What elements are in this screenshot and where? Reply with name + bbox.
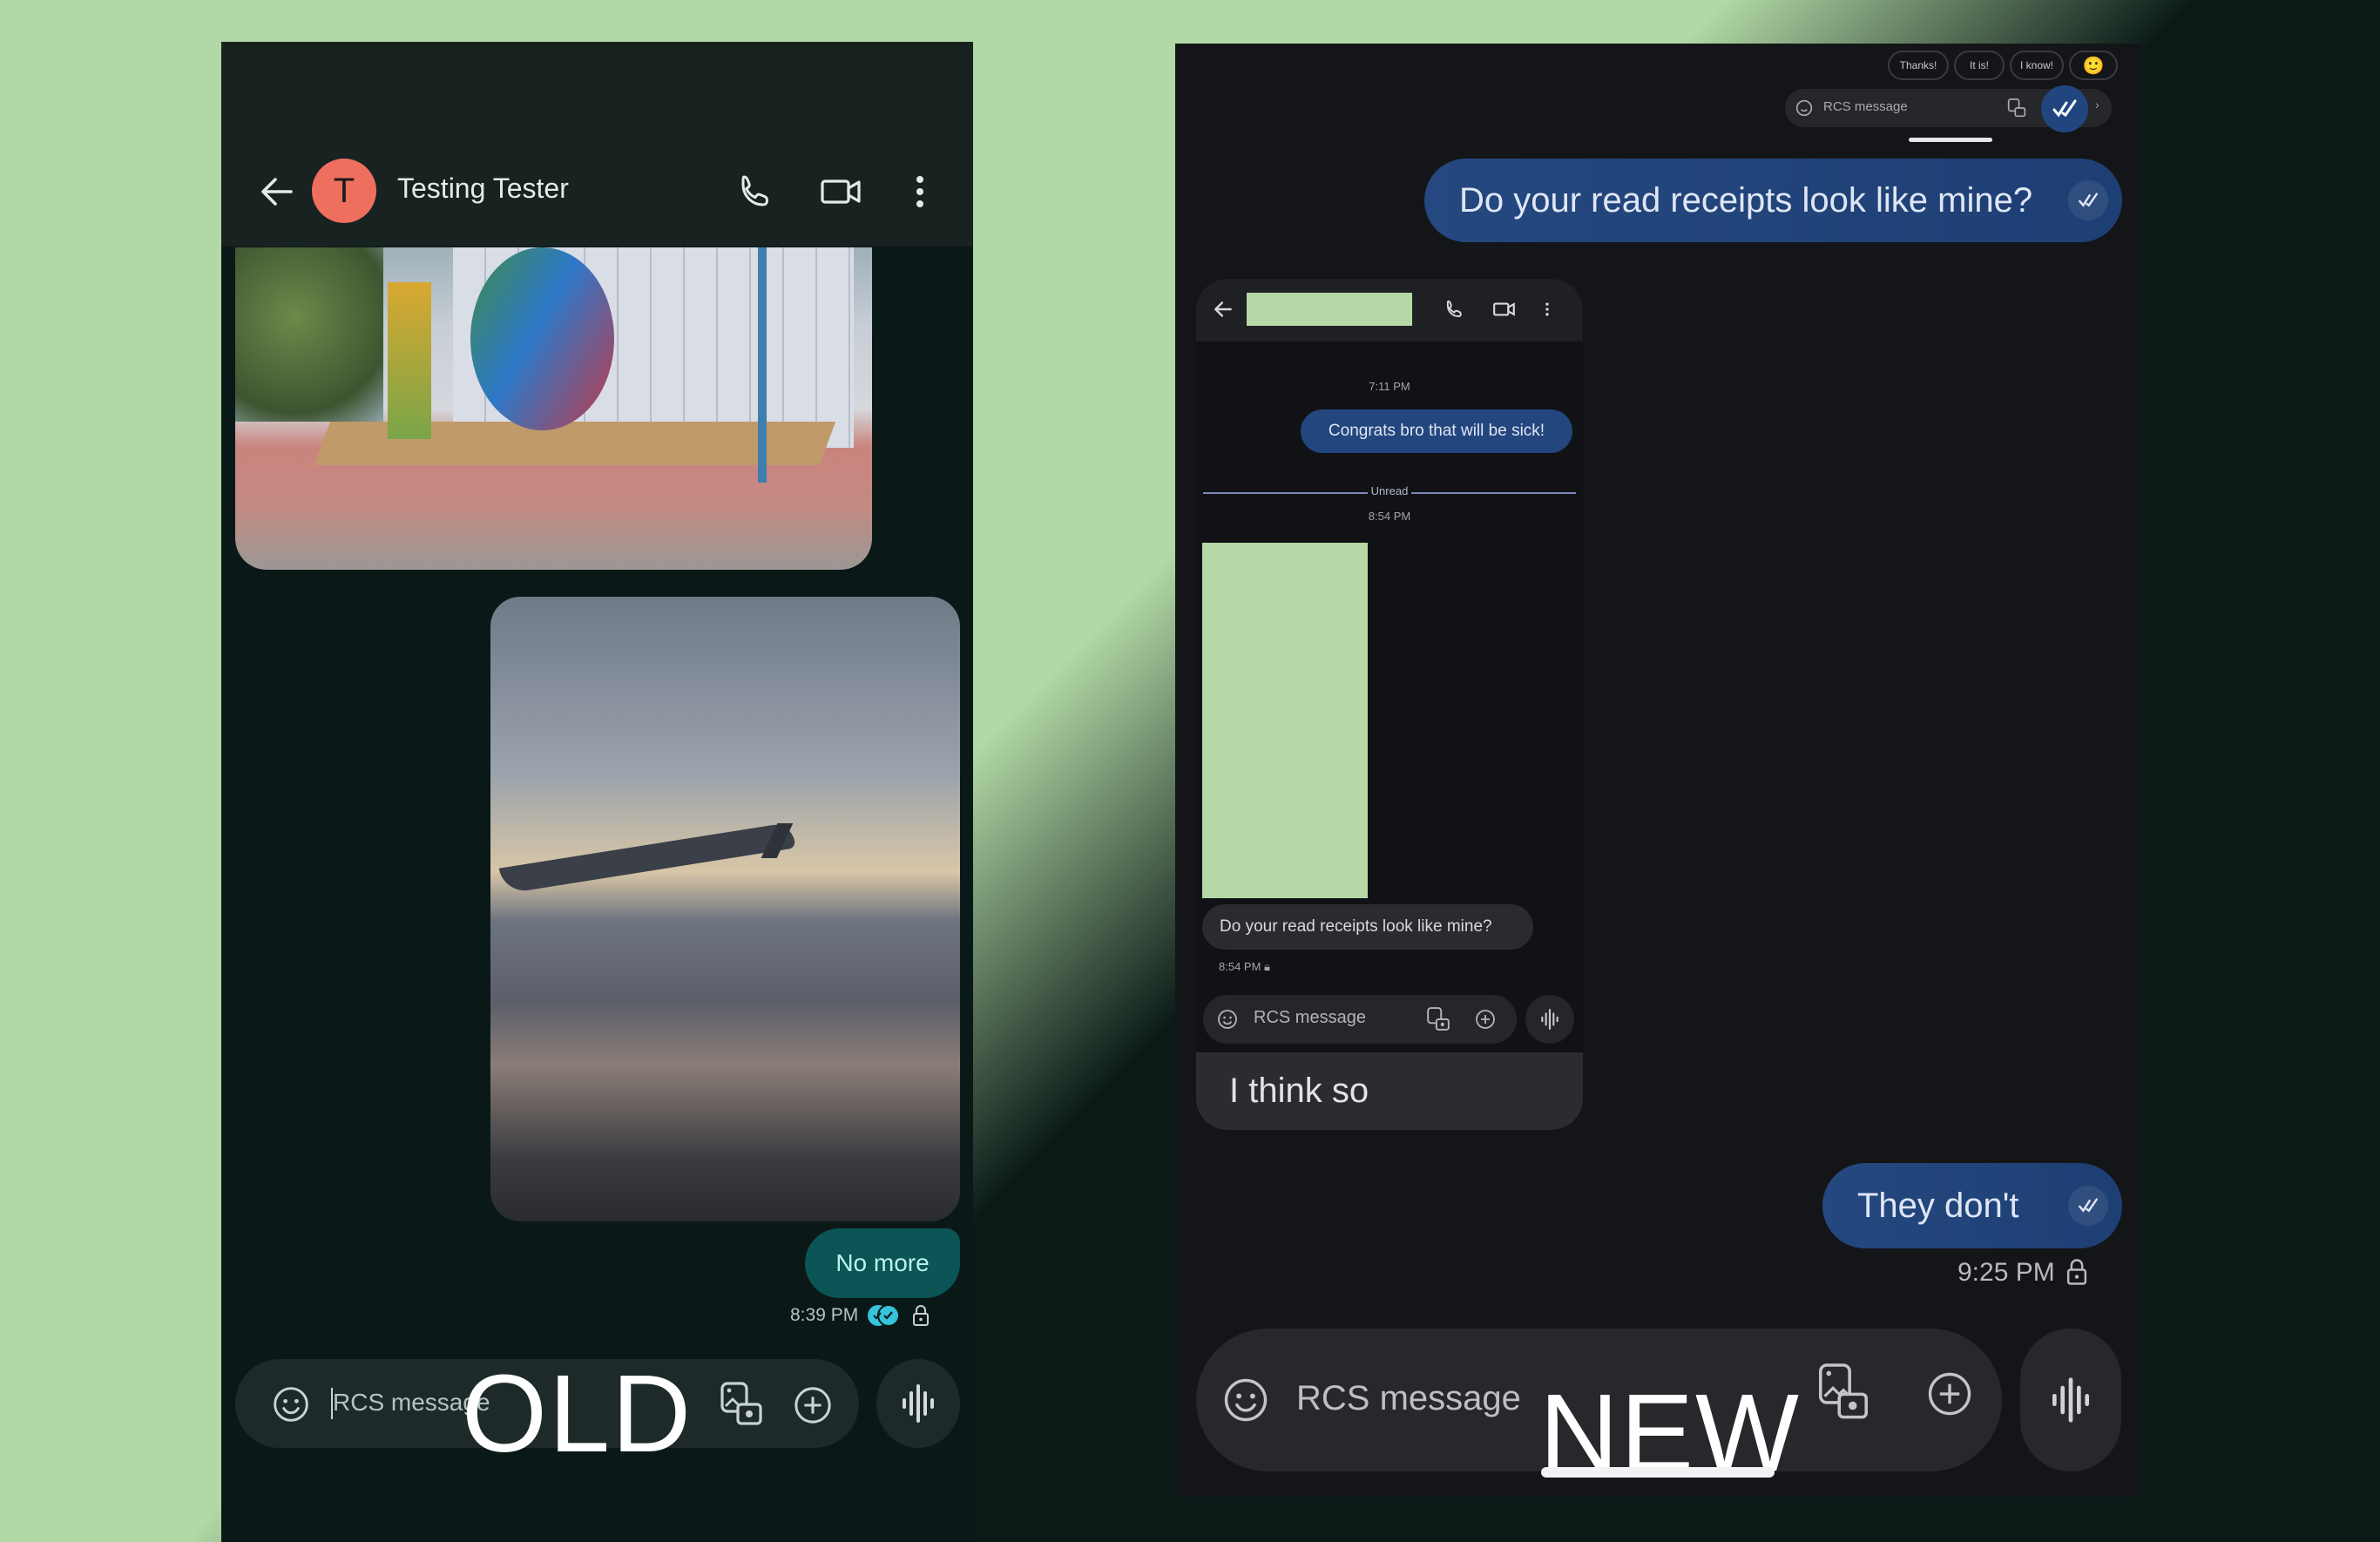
emoji-icon[interactable] bbox=[1222, 1376, 1269, 1424]
double-check-icon bbox=[2052, 99, 2077, 118]
inner-timestamp: 8:54 PM 🔒︎ bbox=[1219, 960, 1270, 973]
add-attachment-icon[interactable] bbox=[1926, 1370, 1973, 1417]
sent-message-bubble[interactable]: Do your read receipts look like mine? bbox=[1424, 159, 2122, 242]
old-messages-screen: T Testing Tester No more 8:39 PM RCS mes… bbox=[221, 42, 973, 1542]
avatar[interactable]: T bbox=[312, 159, 376, 223]
message-text: No more bbox=[835, 1249, 930, 1276]
emoji-icon bbox=[1217, 1009, 1238, 1030]
read-receipt-icon bbox=[866, 1303, 903, 1328]
message-timestamp: 9:25 PM bbox=[1957, 1258, 2055, 1287]
inner-voice-button bbox=[1525, 995, 1574, 1044]
message-input[interactable]: RCS message bbox=[1296, 1379, 1521, 1418]
add-attachment-icon bbox=[1475, 1009, 1496, 1030]
chevron-right-icon[interactable]: › bbox=[2095, 98, 2099, 112]
waveform-icon bbox=[903, 1384, 934, 1423]
suggestion-chip[interactable]: It is! bbox=[1954, 51, 2005, 80]
gallery-camera-icon[interactable] bbox=[719, 1380, 764, 1429]
redacted-contact-name bbox=[1247, 293, 1412, 326]
gallery-camera-icon bbox=[1426, 1005, 1450, 1033]
suggestion-chip-emoji[interactable]: 🙂 bbox=[2069, 51, 2118, 80]
message-text: Do your read receipts look like mine? bbox=[1459, 180, 2033, 220]
photo-trees bbox=[235, 247, 383, 422]
message-timestamp: 8:39 PM bbox=[790, 1305, 859, 1325]
message-text: Do your read receipts look like mine? bbox=[1220, 917, 1492, 936]
add-attachment-icon[interactable] bbox=[793, 1385, 833, 1425]
message-text: They don't bbox=[1857, 1186, 2019, 1225]
inner-timestamp: 7:11 PM bbox=[1369, 380, 1410, 393]
contact-name[interactable]: Testing Tester bbox=[397, 172, 569, 205]
inner-timestamp: 8:54 PM bbox=[1368, 510, 1411, 523]
phone-icon bbox=[1444, 298, 1466, 321]
lock-icon bbox=[912, 1304, 930, 1327]
unread-label: Unread bbox=[1196, 484, 1583, 497]
suggestion-chip[interactable]: Thanks! bbox=[1888, 51, 1949, 80]
more-vert-icon[interactable] bbox=[909, 171, 930, 213]
sent-message-bubble[interactable]: They don't bbox=[1822, 1163, 2122, 1248]
read-receipt-icon bbox=[2068, 1186, 2108, 1226]
new-label-underline bbox=[1541, 1467, 1775, 1478]
lock-icon bbox=[2066, 1258, 2088, 1286]
emoji-icon[interactable] bbox=[272, 1385, 310, 1424]
inner-reply-text: I think so bbox=[1196, 1052, 1583, 1130]
voice-message-button[interactable] bbox=[2020, 1329, 2121, 1471]
waveform-icon bbox=[2052, 1377, 2089, 1423]
chip-label: Thanks! bbox=[1899, 59, 1937, 71]
emoji-icon[interactable] bbox=[1795, 99, 1813, 117]
lock-icon: 🔒︎ bbox=[1264, 960, 1270, 973]
more-vert-icon bbox=[1543, 298, 1552, 321]
inner-message-input: RCS message bbox=[1254, 1008, 1366, 1027]
shared-screenshot[interactable]: 7:11 PM Congrats bro that will be sick! … bbox=[1196, 279, 1583, 1130]
sent-photo-airplane[interactable] bbox=[490, 597, 960, 1221]
avatar-initial: T bbox=[333, 171, 355, 210]
redacted-image bbox=[1202, 543, 1368, 898]
read-receipt-icon bbox=[2068, 180, 2108, 220]
gallery-camera-icon[interactable] bbox=[1816, 1356, 1870, 1428]
back-arrow-icon[interactable] bbox=[256, 171, 298, 213]
inner-compose-bar: RCS message bbox=[1203, 995, 1517, 1044]
inner-received-bubble: Do your read receipts look like mine? bbox=[1202, 904, 1533, 950]
waveform-icon bbox=[1541, 1009, 1558, 1030]
video-call-icon[interactable] bbox=[819, 171, 864, 213]
photo-blue-pole bbox=[758, 247, 767, 483]
message-text: Congrats bro that will be sick! bbox=[1328, 422, 1545, 440]
new-messages-screen: Thanks! It is! I know! 🙂 RCS message › D… bbox=[1175, 44, 2141, 1497]
phone-icon[interactable] bbox=[735, 171, 777, 213]
received-photo-building[interactable] bbox=[235, 247, 872, 570]
voice-message-button[interactable] bbox=[876, 1359, 960, 1448]
chip-label: It is! bbox=[1969, 59, 1989, 71]
inner-sent-bubble: Congrats bro that will be sick! bbox=[1301, 409, 1572, 453]
home-indicator bbox=[1909, 138, 1992, 142]
photo-plane-wing bbox=[498, 822, 796, 895]
photo-yellow-block bbox=[388, 282, 431, 439]
gallery-camera-icon[interactable] bbox=[2007, 98, 2026, 118]
video-call-icon bbox=[1492, 298, 1517, 321]
suggestion-chip[interactable]: I know! bbox=[2010, 51, 2064, 80]
chip-label: I know! bbox=[2019, 59, 2053, 71]
photo-gradient-circle bbox=[470, 247, 614, 430]
back-arrow-icon bbox=[1212, 298, 1234, 321]
mini-message-input[interactable]: RCS message bbox=[1823, 99, 1908, 114]
chip-label: 🙂 bbox=[2082, 56, 2105, 76]
sent-message-bubble[interactable]: No more bbox=[805, 1228, 960, 1298]
old-label: OLD bbox=[462, 1352, 693, 1475]
read-receipt-badge bbox=[2041, 85, 2088, 132]
